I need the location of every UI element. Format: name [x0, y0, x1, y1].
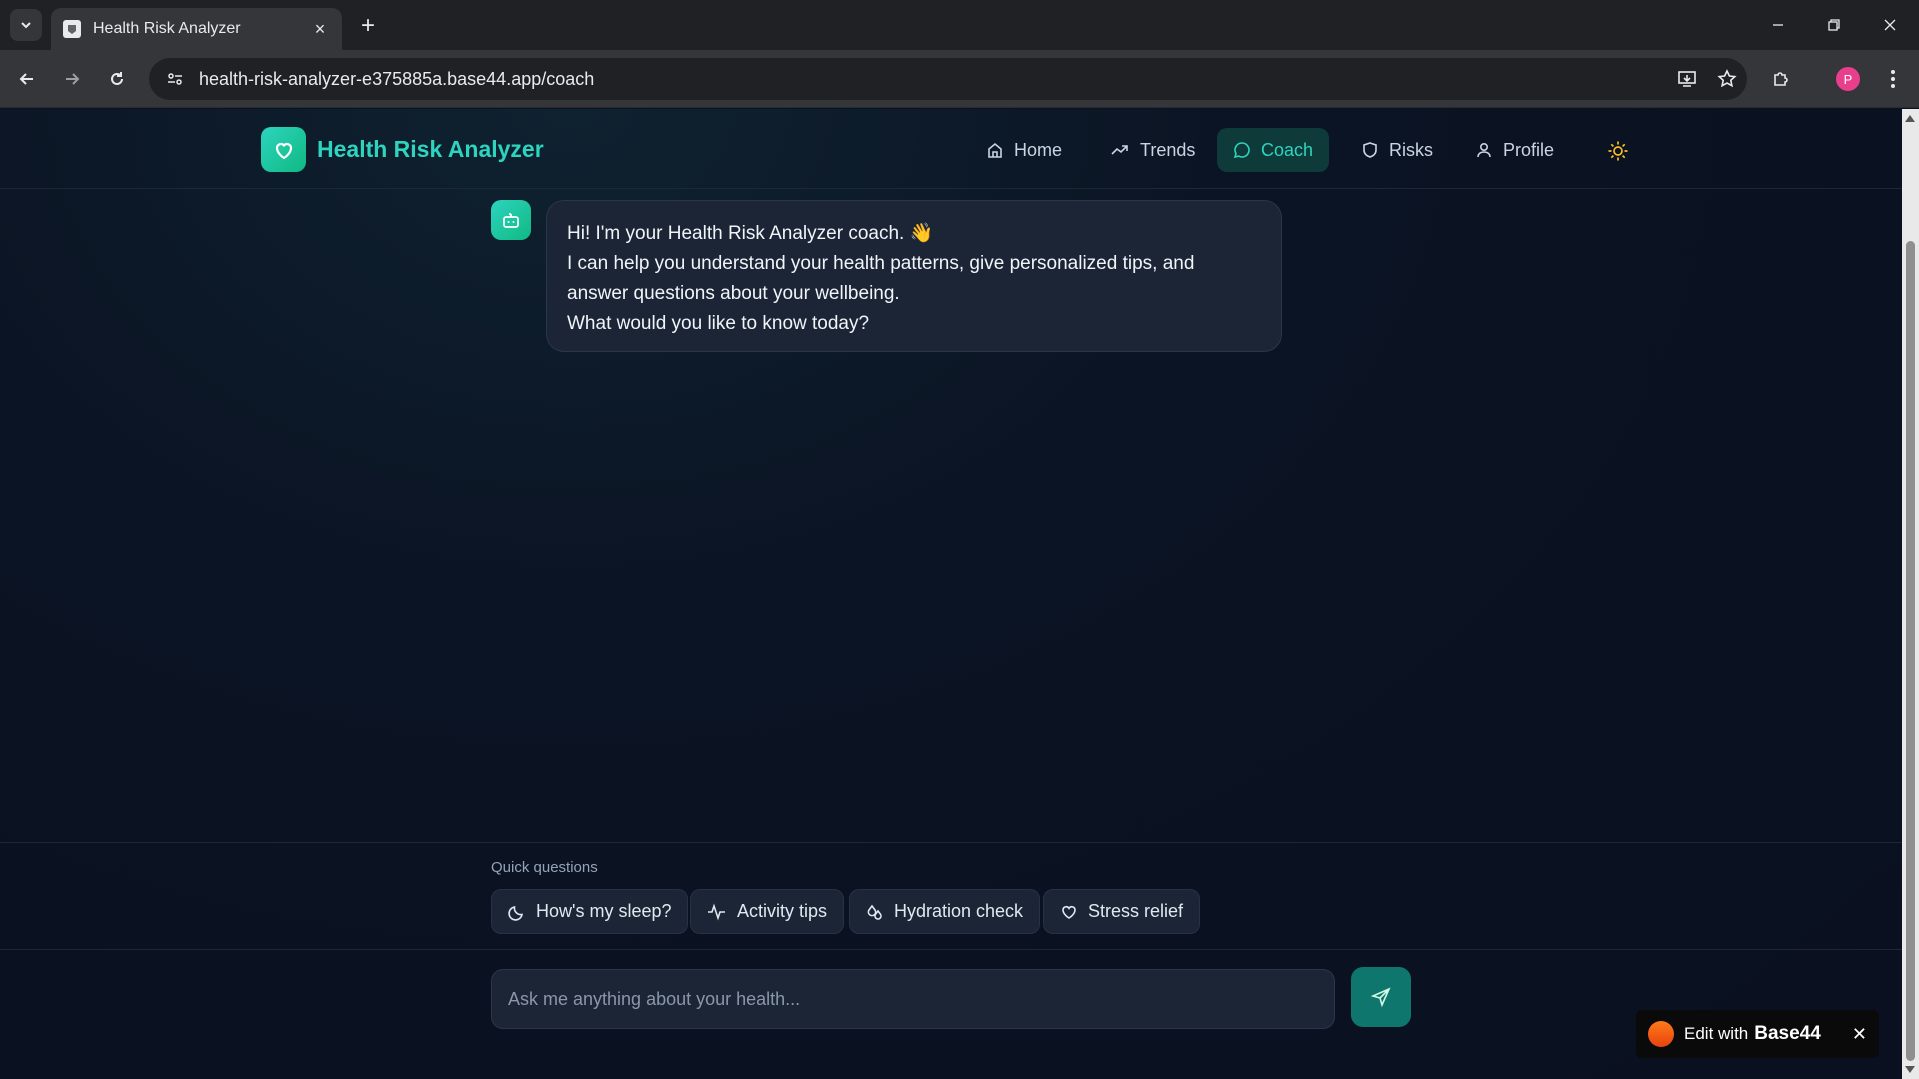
home-icon	[988, 142, 1002, 158]
heart-logo-icon	[261, 127, 306, 172]
nav-trends-label: Trends	[1140, 139, 1196, 160]
more-vertical-icon	[1891, 70, 1895, 88]
extensions-button[interactable]	[1764, 62, 1798, 96]
close-window-button[interactable]	[1862, 0, 1918, 50]
address-bar[interactable]: health-risk-analyzer-e375885a.base44.app…	[149, 58, 1747, 100]
app-header: Health Risk Analyzer Home Trends Coach R…	[0, 109, 1902, 189]
nav-coach[interactable]: Coach	[1217, 128, 1330, 172]
restore-button[interactable]	[1806, 0, 1862, 50]
minimize-button[interactable]	[1750, 0, 1806, 50]
new-tab-button[interactable]: +	[354, 12, 382, 40]
droplets-icon	[867, 904, 882, 920]
close-icon[interactable]: ×	[310, 19, 330, 39]
quick-question-stress[interactable]: Stress relief	[1043, 889, 1201, 934]
restore-icon	[1828, 19, 1840, 31]
close-icon	[1884, 19, 1896, 31]
message-line: What would you like to know today?	[567, 313, 870, 334]
profile-avatar[interactable]: P	[1836, 67, 1860, 91]
nav-trends[interactable]: Trends	[1094, 128, 1211, 172]
base44-logo-icon	[1648, 1021, 1674, 1047]
back-button[interactable]	[10, 62, 44, 96]
nav-profile[interactable]: Profile	[1459, 128, 1570, 172]
bot-message: Hi! I'm your Health Risk Analyzer coach.…	[546, 200, 1282, 352]
send-button[interactable]	[1351, 967, 1411, 1027]
minimize-icon	[1773, 24, 1783, 26]
bot-icon	[503, 213, 519, 228]
puzzle-icon	[1774, 72, 1788, 86]
favicon-icon	[63, 20, 81, 38]
reload-button[interactable]	[100, 62, 134, 96]
scroll-down-arrow-icon[interactable]	[1905, 1066, 1915, 1073]
close-icon[interactable]: ✕	[1852, 1024, 1867, 1045]
chip-label: Hydration check	[894, 901, 1024, 921]
quick-question-activity[interactable]: Activity tips	[690, 889, 845, 934]
forward-button[interactable]	[55, 62, 89, 96]
chat-input[interactable]	[491, 969, 1335, 1029]
message-line: I can help you understand your health pa…	[567, 253, 1195, 274]
chip-label: How's my sleep?	[536, 901, 672, 921]
theme-toggle-button[interactable]	[1603, 136, 1633, 166]
chrome-menu-button[interactable]	[1876, 62, 1910, 96]
quick-question-sleep[interactable]: How's my sleep?	[491, 889, 689, 934]
scrollbar-thumb[interactable]	[1906, 241, 1915, 1061]
message-line: Hi! I'm your Health Risk Analyzer coach.…	[567, 223, 934, 244]
browser-toolbar: health-risk-analyzer-e375885a.base44.app…	[0, 50, 1919, 108]
quick-question-hydration[interactable]: Hydration check	[849, 889, 1041, 934]
page-scrollbar[interactable]	[1902, 109, 1919, 1079]
bookmark-star-icon[interactable]	[1707, 59, 1747, 99]
message-line: answer questions about your wellbeing.	[567, 283, 900, 304]
app-root: Health Risk Analyzer Home Trends Coach R…	[0, 109, 1902, 1079]
arrow-right-icon	[66, 73, 80, 85]
browser-tabstrip: Health Risk Analyzer × +	[0, 0, 1919, 50]
nav-home[interactable]: Home	[970, 128, 1078, 172]
browser-tab[interactable]: Health Risk Analyzer ×	[51, 8, 342, 50]
chevron-down-icon	[21, 22, 31, 29]
chip-label: Activity tips	[737, 901, 828, 921]
nav-profile-label: Profile	[1503, 139, 1555, 160]
user-icon	[1477, 142, 1491, 158]
badge-text: Edit with	[1684, 1024, 1749, 1043]
chip-label: Stress relief	[1088, 901, 1184, 921]
nav-coach-label: Coach	[1261, 139, 1314, 160]
url-text: health-risk-analyzer-e375885a.base44.app…	[199, 68, 595, 89]
tab-search-button[interactable]	[10, 9, 42, 41]
send-icon	[1371, 987, 1391, 1007]
composer	[0, 950, 1902, 1060]
nav-risks-label: Risks	[1389, 139, 1433, 160]
nav-home-label: Home	[1014, 139, 1063, 160]
quick-questions-label: Quick questions	[491, 859, 598, 876]
trending-up-icon	[1111, 145, 1128, 155]
edit-with-base44-badge[interactable]: Edit with Base44 ✕	[1636, 1010, 1879, 1058]
scroll-up-arrow-icon[interactable]	[1905, 115, 1915, 122]
heart-icon	[1062, 905, 1076, 919]
brand-name: Health Risk Analyzer	[317, 136, 544, 162]
sun-icon	[1608, 141, 1628, 161]
badge-brand: Base44	[1754, 1023, 1821, 1044]
moon-icon	[508, 905, 523, 921]
site-info-icon[interactable]	[159, 63, 191, 95]
bot-avatar	[491, 200, 531, 240]
tab-title: Health Risk Analyzer	[93, 20, 241, 37]
message-circle-icon	[1233, 142, 1250, 159]
arrow-left-icon	[19, 73, 33, 85]
nav-risks[interactable]: Risks	[1345, 128, 1449, 172]
activity-icon	[708, 902, 725, 921]
brand[interactable]: Health Risk Analyzer	[261, 127, 544, 172]
shield-icon	[1363, 142, 1377, 158]
reload-icon	[111, 72, 123, 85]
quick-questions: Quick questions How's my sleep? Activity…	[0, 842, 1902, 950]
install-app-icon[interactable]	[1667, 59, 1707, 99]
